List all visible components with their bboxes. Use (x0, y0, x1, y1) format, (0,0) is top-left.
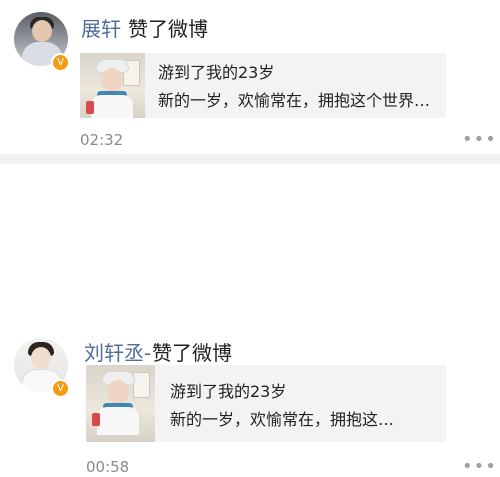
thumbnail-face (107, 380, 129, 404)
more-horizontal-icon[interactable]: ••• (462, 131, 497, 149)
post-excerpt: 新的一岁，欢愉常在，拥抱这… (170, 410, 395, 429)
thumbnail-shirt (91, 95, 133, 118)
feed-item: V 展轩 赞了微博 游到了我的23岁 新的一岁，欢愉常在，拥抱这个世界… 02:… (0, 0, 500, 154)
post-title: 游到了我的23岁 (158, 63, 275, 82)
liked-post-card[interactable]: 游到了我的23岁 新的一岁，欢愉常在，拥抱这… (86, 365, 446, 442)
verified-icon: V (51, 53, 70, 72)
post-title: 游到了我的23岁 (170, 382, 287, 401)
post-thumbnail (86, 365, 155, 442)
verified-icon: V (51, 379, 70, 398)
post-thumbnail (80, 53, 145, 118)
activity-text: 赞了微博 (128, 17, 208, 41)
separator (0, 154, 500, 164)
thumbnail-window (133, 372, 150, 398)
thumbnail-shirt (97, 407, 139, 435)
username[interactable]: 展轩 (81, 17, 121, 41)
timestamp: 00:58 (86, 458, 130, 476)
activity-text: 赞了微博 (152, 341, 232, 365)
feed: V 展轩 赞了微博 游到了我的23岁 新的一岁，欢愉常在，拥抱这个世界… 02:… (0, 0, 500, 476)
post-excerpt: 新的一岁，欢愉常在，拥抱这个世界… (158, 91, 431, 110)
thumbnail-cup (92, 413, 100, 426)
more-horizontal-icon[interactable]: ••• (462, 458, 497, 476)
liked-post-card[interactable]: 游到了我的23岁 新的一岁，欢愉常在，拥抱这个世界… (80, 53, 446, 118)
timestamp: 02:32 (80, 131, 124, 149)
avatar-face (31, 347, 51, 369)
avatar-face (32, 20, 52, 42)
username[interactable]: 刘轩丞- (84, 341, 151, 365)
thumbnail-face (101, 68, 123, 92)
feed-item: V 刘轩丞- 赞了微博 游到了我的23岁 新的一岁，欢愉常在，拥抱这… 00:5… (0, 164, 500, 476)
thumbnail-cup (86, 101, 94, 114)
